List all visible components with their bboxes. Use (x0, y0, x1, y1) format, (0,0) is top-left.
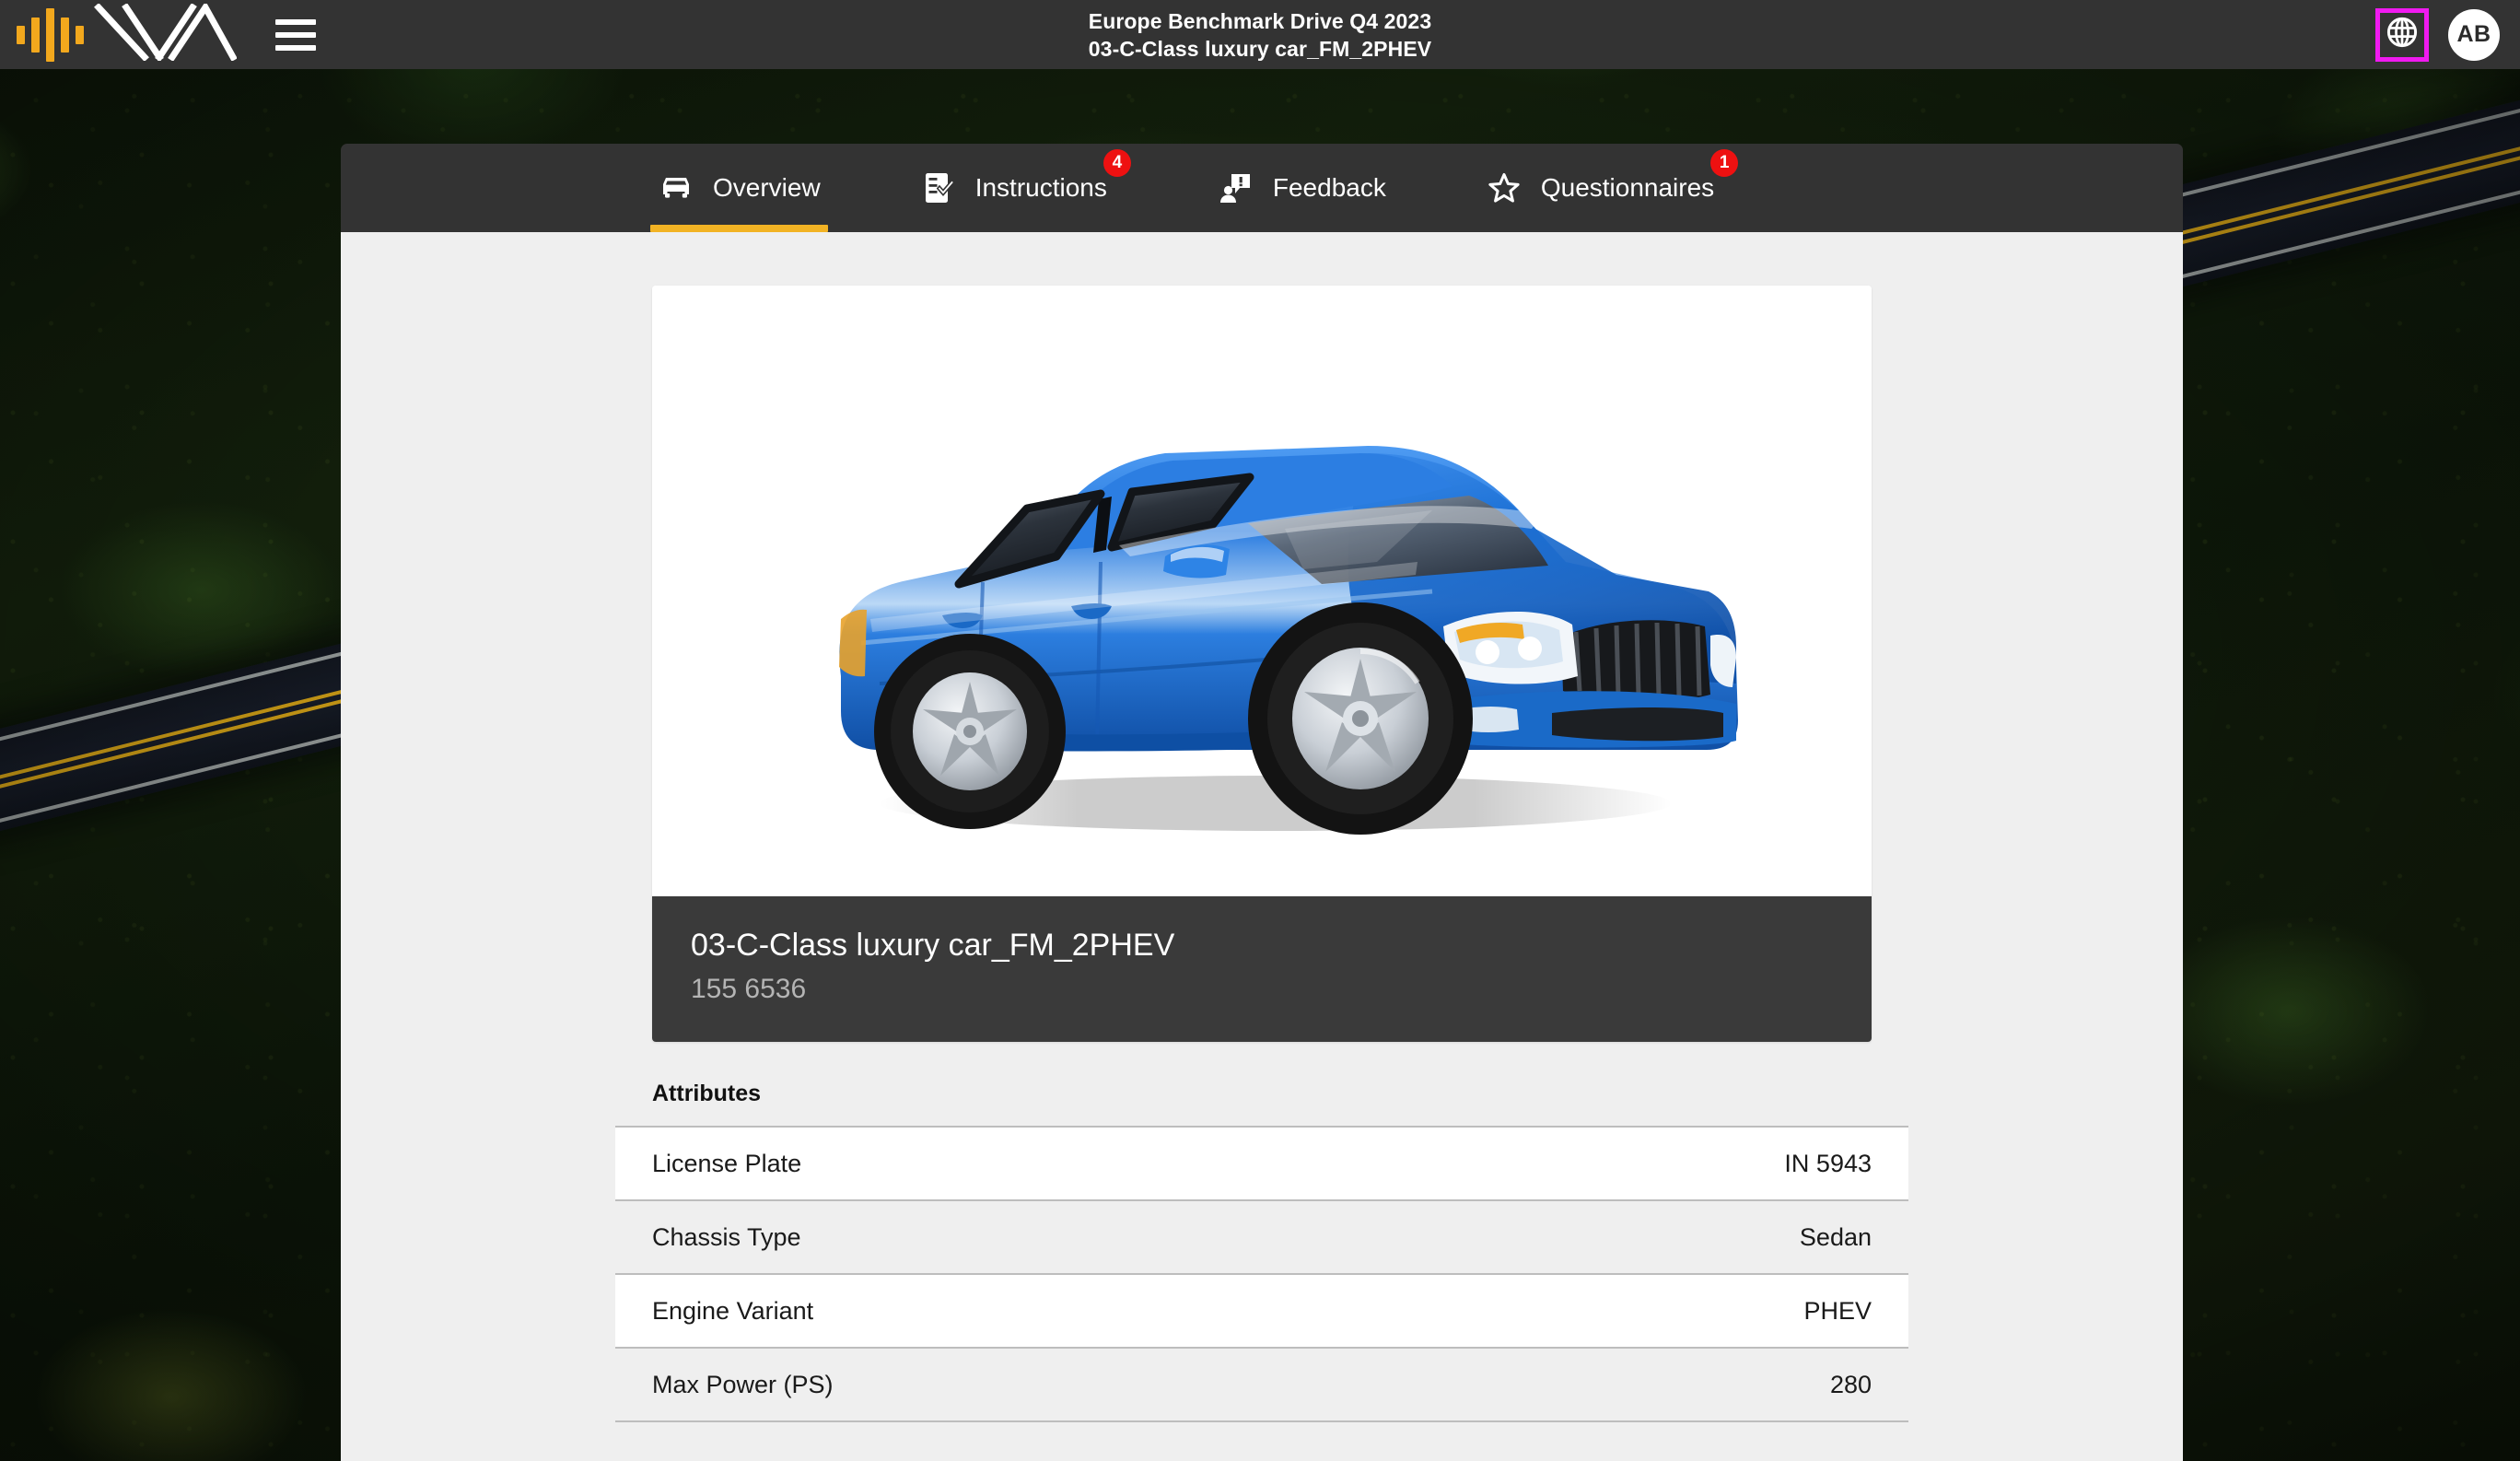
top-bar-actions: AB (2375, 0, 2500, 69)
attribute-value: IN 5943 (1784, 1149, 1872, 1177)
hamburger-line (275, 18, 316, 25)
avatar-initials: AB (2456, 21, 2491, 47)
tab-instructions[interactable]: Instructions 4 (920, 144, 1131, 232)
tab-active-underline (650, 225, 828, 232)
vehicle-card[interactable]: 03-C-Class luxury car_FM_2PHEV 155 6536 (652, 286, 1872, 1042)
overview-content: 03-C-Class luxury car_FM_2PHEV 155 6536 … (341, 232, 2183, 1461)
tab-bar: Overview Instructions 4 Feedback Questio… (341, 144, 2183, 232)
tab-overview[interactable]: Overview (650, 144, 828, 232)
attributes-section: Attributes License Plate IN 5943 Chassis… (615, 1081, 1908, 1422)
tab-instructions-label: Instructions (974, 173, 1107, 202)
vehicle-photo (652, 286, 1872, 896)
car-illustration (839, 445, 1738, 835)
tab-questionnaires-badge: 1 (1710, 149, 1739, 177)
tab-questionnaires[interactable]: Questionnaires 1 (1486, 144, 1739, 232)
table-row[interactable]: Max Power (PS) 280 (615, 1347, 1908, 1422)
top-app-bar: Europe Benchmark Drive Q4 2023 03-C-Clas… (0, 0, 2520, 69)
app-logo[interactable] (17, 1, 238, 65)
attribute-value: Sedan (1799, 1222, 1872, 1251)
waveform-icon (17, 7, 84, 62)
header-titles: Europe Benchmark Drive Q4 2023 03-C-Clas… (0, 0, 2520, 69)
attribute-value: 280 (1829, 1370, 1872, 1398)
logo-mark-icon (93, 1, 238, 65)
attribute-label: License Plate (652, 1149, 802, 1177)
table-row[interactable]: Chassis Type Sedan (615, 1199, 1908, 1275)
hamburger-line (275, 31, 316, 38)
tab-feedback[interactable]: Feedback (1218, 144, 1386, 232)
star-icon (1486, 169, 1522, 206)
person-chat-icon (1218, 169, 1254, 206)
language-button[interactable] (2375, 7, 2429, 62)
attribute-label: Max Power (PS) (652, 1370, 834, 1398)
menu-button[interactable] (275, 18, 316, 51)
tab-instructions-badge: 4 (1102, 149, 1131, 177)
attributes-list: License Plate IN 5943 Chassis Type Sedan… (615, 1126, 1908, 1422)
attribute-label: Engine Variant (652, 1296, 814, 1325)
table-row[interactable]: Engine Variant PHEV (615, 1273, 1908, 1349)
content-panel: Overview Instructions 4 Feedback Questio… (341, 144, 2183, 1461)
car-icon (658, 169, 694, 206)
page-title: Europe Benchmark Drive Q4 2023 (1088, 8, 1432, 33)
hamburger-line (275, 44, 316, 51)
vehicle-caption: 03-C-Class luxury car_FM_2PHEV 155 6536 (652, 896, 1872, 1042)
vehicle-title: 03-C-Class luxury car_FM_2PHEV (691, 928, 1175, 963)
tab-overview-label: Overview (713, 173, 821, 202)
vehicle-id: 155 6536 (691, 974, 807, 1004)
avatar[interactable]: AB (2448, 8, 2500, 61)
attribute-label: Chassis Type (652, 1222, 801, 1251)
tab-feedback-label: Feedback (1272, 173, 1386, 202)
attributes-heading: Attributes (652, 1081, 762, 1106)
page-subtitle: 03-C-Class luxury car_FM_2PHEV (1088, 36, 1432, 61)
tab-questionnaires-label: Questionnaires (1540, 173, 1715, 202)
checklist-icon (920, 169, 957, 206)
globe-icon (2385, 15, 2420, 54)
attribute-value: PHEV (1803, 1296, 1872, 1325)
table-row[interactable]: License Plate IN 5943 (615, 1126, 1908, 1201)
